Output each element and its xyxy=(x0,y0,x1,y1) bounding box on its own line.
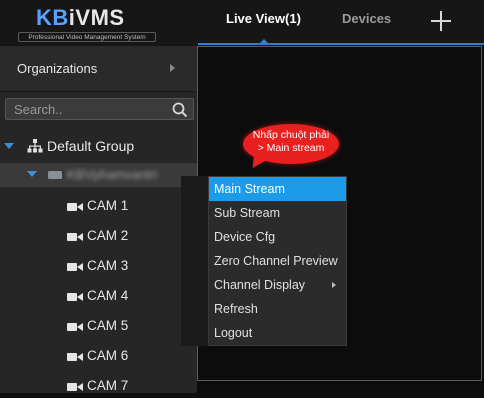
logo-subtitle: Professional Video Management System xyxy=(18,32,156,42)
tree-item-default-group[interactable]: Default Group xyxy=(0,136,197,158)
tree-item-camera[interactable]: CAM 7 xyxy=(0,376,197,398)
nvr-device-icon xyxy=(48,171,62,179)
organizations-header[interactable]: Organizations xyxy=(0,46,197,92)
menu-item-logout[interactable]: Logout xyxy=(209,321,346,345)
tree-item-camera[interactable]: CAM 6 xyxy=(0,346,197,368)
device-label: KBVphamvantri xyxy=(67,167,158,182)
tree-item-camera[interactable]: CAM 1 xyxy=(0,196,197,218)
camera-label: CAM 4 xyxy=(87,288,129,303)
tree-item-device[interactable]: KBVphamvantri xyxy=(0,163,197,187)
camera-icon xyxy=(67,233,83,241)
tab-devices[interactable]: Devices xyxy=(342,0,391,46)
search-input[interactable] xyxy=(14,101,164,117)
sidebar: Organizations Default Group KBVphamva xyxy=(0,46,197,393)
expand-arrow-icon[interactable] xyxy=(27,171,37,177)
submenu-arrow-icon xyxy=(332,282,336,288)
tree-item-camera[interactable]: CAM 4 xyxy=(0,286,197,308)
tab-underline xyxy=(198,43,484,45)
app-logo: KBiVMS Professional Video Management Sys… xyxy=(16,5,158,45)
menu-item-label: Logout xyxy=(214,326,253,340)
camera-icon xyxy=(67,323,83,331)
logo-title: KBiVMS xyxy=(36,5,125,31)
plus-icon[interactable] xyxy=(429,9,453,33)
menu-item-label: Device Cfg xyxy=(214,230,276,244)
organizations-label: Organizations xyxy=(17,61,98,76)
menu-item-sub-stream[interactable]: Sub Stream xyxy=(209,201,346,225)
menu-item-zero-channel-preview[interactable]: Zero Channel Preview xyxy=(209,249,346,273)
camera-label: CAM 2 xyxy=(87,228,129,243)
menu-item-label: Zero Channel Preview xyxy=(214,254,338,268)
expand-arrow-icon[interactable] xyxy=(4,143,14,149)
menu-item-label: Sub Stream xyxy=(214,206,281,220)
chevron-right-icon xyxy=(170,64,175,72)
org-tree-icon xyxy=(27,139,43,153)
logo-kb: KB xyxy=(36,5,69,30)
menu-item-main-stream[interactable]: Main Stream xyxy=(209,177,346,201)
tree-item-camera[interactable]: CAM 5 xyxy=(0,316,197,338)
camera-icon xyxy=(67,383,83,391)
logo-rest: iVMS xyxy=(68,5,125,30)
callout-line-2: > Main stream xyxy=(257,142,325,154)
camera-label: CAM 7 xyxy=(87,378,129,393)
search-icon[interactable] xyxy=(172,102,188,118)
callout-text: Nhấp chuột phải > Main stream xyxy=(243,129,339,155)
camera-icon xyxy=(67,263,83,271)
menu-item-label: Refresh xyxy=(214,302,258,316)
camera-icon xyxy=(67,293,83,301)
camera-icon xyxy=(67,353,83,361)
menu-item-channel-display[interactable]: Channel Display xyxy=(209,273,346,297)
camera-label: CAM 5 xyxy=(87,318,129,333)
menu-item-device-cfg[interactable]: Device Cfg xyxy=(209,225,346,249)
callout-line-1: Nhấp chuột phải xyxy=(252,129,330,141)
menu-item-refresh[interactable]: Refresh xyxy=(209,297,346,321)
tree-item-camera[interactable]: CAM 2 xyxy=(0,226,197,248)
menu-item-label: Channel Display xyxy=(214,278,306,292)
active-tab-indicator xyxy=(260,39,268,43)
camera-icon xyxy=(67,203,83,211)
top-header: KBiVMS Professional Video Management Sys… xyxy=(0,0,484,46)
tree-item-camera[interactable]: CAM 3 xyxy=(0,256,197,278)
context-menu: Main Stream Sub Stream Device Cfg Zero Chan… xyxy=(208,176,347,346)
menu-item-label: Main Stream xyxy=(214,182,285,196)
search-box xyxy=(5,98,194,120)
camera-label: CAM 6 xyxy=(87,348,129,363)
group-label: Default Group xyxy=(47,138,135,154)
camera-label: CAM 1 xyxy=(87,198,129,213)
camera-label: CAM 3 xyxy=(87,258,129,273)
